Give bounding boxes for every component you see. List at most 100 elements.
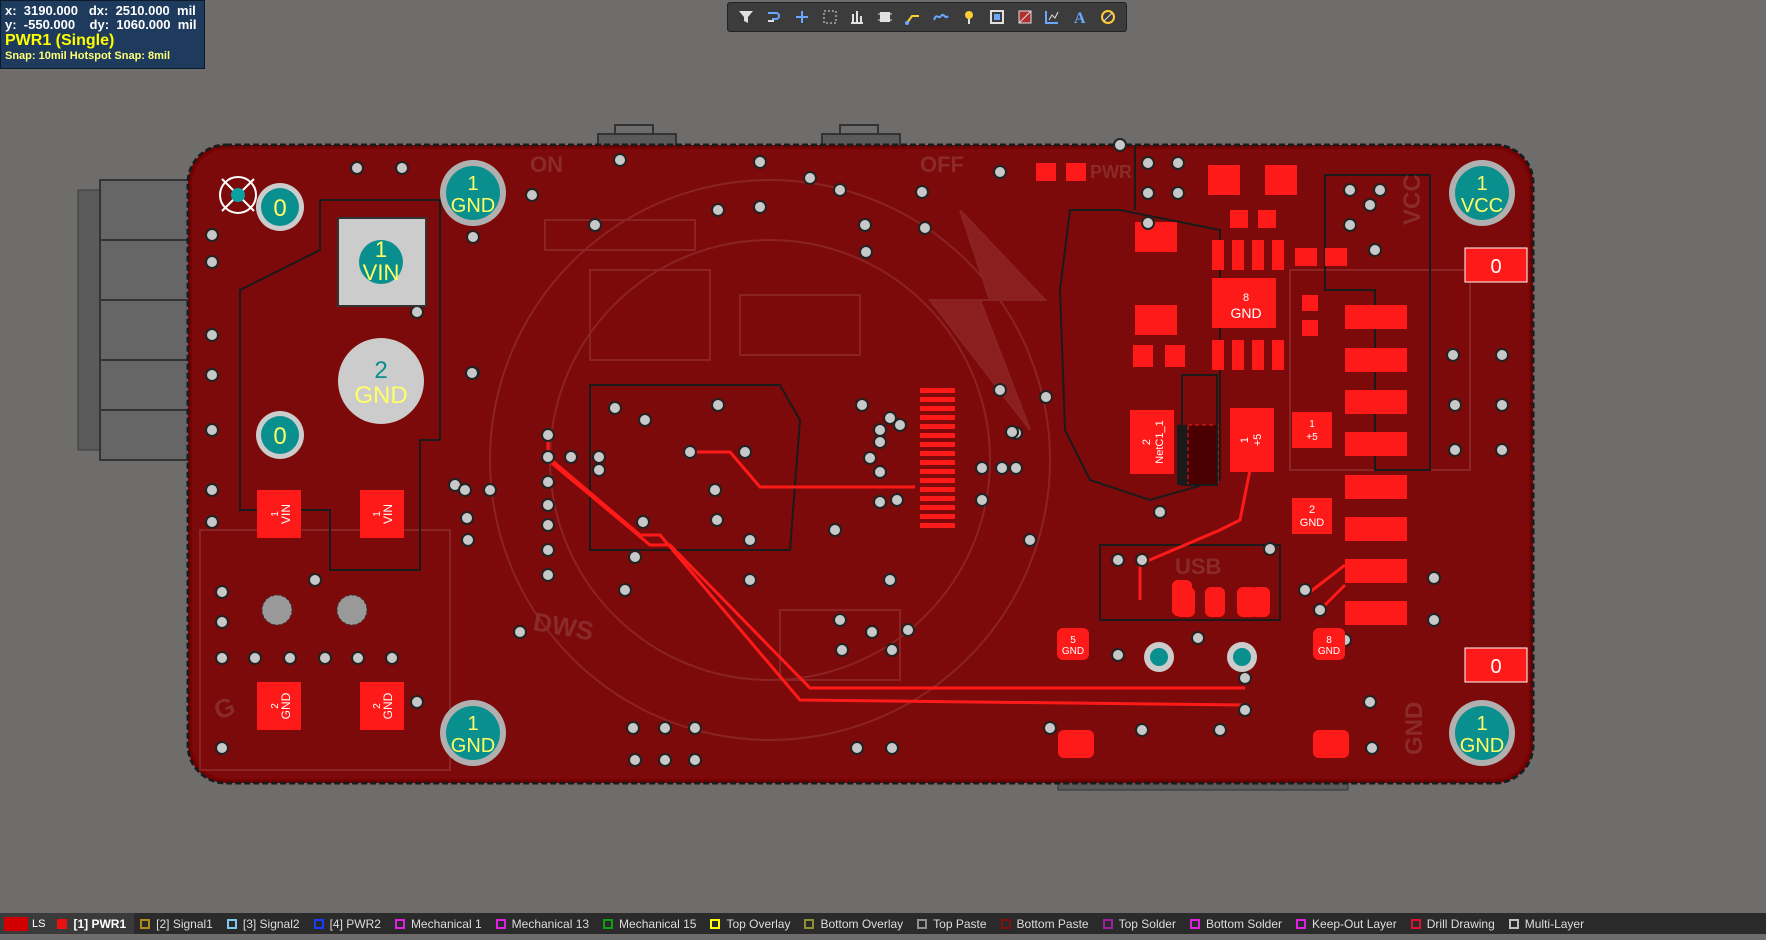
via: [1343, 183, 1357, 197]
via: [205, 328, 219, 342]
svg-text:2: 2: [1309, 504, 1315, 516]
via: [638, 413, 652, 427]
via: [541, 568, 555, 582]
svg-text:USB: USB: [1175, 554, 1221, 579]
pad-netc1: 2 NetC1_1: [1130, 410, 1174, 474]
via: [833, 613, 847, 627]
layer-tab[interactable]: Mechanical 15: [597, 913, 704, 934]
svg-text:VIN: VIN: [381, 504, 395, 524]
layer-tab[interactable]: Top Paste: [911, 913, 994, 934]
layer-tab-label: Bottom Solder: [1205, 916, 1283, 931]
layer-color-swatch: [1410, 918, 1421, 929]
layer-tab[interactable]: Keep-Out Layer: [1290, 913, 1405, 934]
via: [873, 423, 887, 437]
via: [588, 218, 602, 232]
via: [688, 753, 702, 767]
via: [1298, 583, 1312, 597]
via: [1005, 425, 1019, 439]
via: [215, 585, 229, 599]
via: [410, 305, 424, 319]
via: [993, 383, 1007, 397]
via: [753, 200, 767, 214]
arc-icon[interactable]: [1096, 5, 1120, 29]
add-icon[interactable]: [790, 5, 814, 29]
filter-icon[interactable]: [734, 5, 758, 29]
via: [883, 573, 897, 587]
layer-color-swatch: [804, 918, 815, 929]
via: [710, 513, 724, 527]
layer-tab-label: Top Overlay: [726, 916, 791, 931]
via: [613, 153, 627, 167]
via: [1153, 505, 1167, 519]
via: [688, 721, 702, 735]
via: [859, 245, 873, 259]
polygon-icon[interactable]: [1013, 5, 1037, 29]
via: [205, 515, 219, 529]
svg-text:GND: GND: [354, 382, 407, 409]
layer-set-button[interactable]: LS: [0, 913, 52, 934]
coordinate-hud: x: 3190.000 dx: 2510.000 mil y: -550.000…: [0, 0, 205, 69]
layer-tab[interactable]: [4] PWR2: [308, 913, 389, 934]
layer-tab[interactable]: Multi-Layer: [1503, 913, 1592, 934]
layer-tab[interactable]: Drill Drawing: [1405, 913, 1503, 934]
via: [850, 741, 864, 755]
via: [248, 651, 262, 665]
connector-housing: [77, 179, 191, 461]
pad-gnd-8: 8GND: [1313, 628, 1345, 660]
pad-plus5: 1 +5: [1230, 408, 1274, 472]
pad-vin-square: 1VIN: [337, 217, 427, 307]
via: [1023, 533, 1037, 547]
layer-tab[interactable]: Top Solder: [1097, 913, 1184, 934]
svg-text:8: 8: [1243, 292, 1249, 304]
svg-text:VCC: VCC: [1461, 195, 1503, 217]
layer-tab[interactable]: Top Overlay: [704, 913, 798, 934]
via: [1238, 703, 1252, 717]
layer-tab-label: [3] Signal2: [242, 916, 300, 931]
layer-tab[interactable]: Bottom Paste: [995, 913, 1097, 934]
via: [283, 651, 297, 665]
via: [308, 573, 322, 587]
pad-gnd-bl2: 2 GND: [360, 682, 404, 730]
layer-tab[interactable]: Bottom Overlay: [798, 913, 911, 934]
route-icon[interactable]: [762, 5, 786, 29]
via: [618, 583, 632, 597]
text-icon[interactable]: A: [1068, 5, 1092, 29]
layer-tab-label: Mechanical 13: [511, 916, 590, 931]
layer-tab[interactable]: Bottom Solder: [1184, 913, 1290, 934]
layer-tab[interactable]: [3] Signal2: [221, 913, 308, 934]
select-rect-icon[interactable]: [818, 5, 842, 29]
pad-vin-left: 1 VIN: [257, 490, 301, 538]
layer-tab[interactable]: [1] PWR1: [51, 913, 135, 934]
align-icon[interactable]: [845, 5, 869, 29]
svg-text:GND: GND: [451, 195, 495, 217]
via: [541, 518, 555, 532]
layer-tab-label: [1] PWR1: [73, 916, 127, 931]
component-icon[interactable]: [873, 5, 897, 29]
via: [1263, 542, 1277, 556]
layer-tab[interactable]: [2] Signal1: [134, 913, 221, 934]
pad-gnd-bl1: 2 GND: [257, 682, 301, 730]
via: [683, 445, 697, 459]
layer-tab-label: Bottom Paste: [1016, 916, 1089, 931]
layer-set-label: LS: [32, 917, 46, 930]
pin-icon[interactable]: [957, 5, 981, 29]
via: [885, 643, 899, 657]
dimension-icon[interactable]: [1040, 5, 1064, 29]
layer-tab[interactable]: Mechanical 13: [490, 913, 597, 934]
layer-tab-label: [4] PWR2: [329, 916, 381, 931]
svg-text:+5: +5: [1306, 432, 1318, 443]
via: [1171, 186, 1185, 200]
via: [865, 625, 879, 639]
mount-hole-br: 1GND: [1449, 700, 1515, 766]
via: [893, 418, 907, 432]
layer-tab[interactable]: Mechanical 1: [389, 913, 490, 934]
fill-icon[interactable]: [985, 5, 1009, 29]
interactive-route-icon[interactable]: [901, 5, 925, 29]
via: [915, 185, 929, 199]
pcb-canvas[interactable]: 1GND 1GND 1VCC 1GND 1VIN 2GND 0 0 0 0 1 …: [0, 0, 1766, 910]
via: [395, 161, 409, 175]
svg-text:1: 1: [1239, 437, 1251, 443]
via: [1039, 390, 1053, 404]
via: [626, 721, 640, 735]
diff-pair-icon[interactable]: [929, 5, 953, 29]
